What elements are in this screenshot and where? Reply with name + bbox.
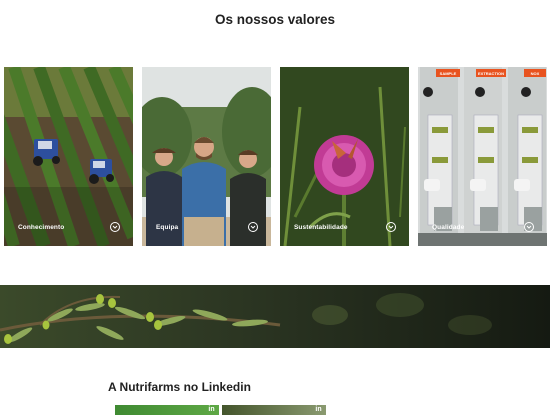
value-card-conhecimento[interactable]: Conhecimento [4,67,133,246]
lab-sign-sample: SAMPLE [440,71,457,76]
team-photo-image [142,67,271,246]
value-card-label: Equipa [156,224,179,231]
values-cards: Conhecimento Equipa Sustentabilidade SAM… [4,67,548,246]
values-section-title: Os nossos valores [214,12,336,27]
lab-equipment-image: SAMPLE EXTRACTION NOX [418,67,547,246]
value-card-equipa[interactable]: Equipa [142,67,271,246]
chevron-down-icon[interactable] [386,222,396,232]
value-card-sustentabilidade[interactable]: Sustentabilidade [280,67,409,246]
chevron-down-icon[interactable] [110,222,120,232]
value-card-qualidade[interactable]: SAMPLE EXTRACTION NOX Qualidade [418,67,547,246]
linkedin-post-tile[interactable]: in [222,405,326,415]
olive-branch-banner [0,285,550,348]
chevron-down-icon[interactable] [524,222,534,232]
olive-branch-image [0,285,550,348]
value-card-label: Qualidade [432,224,465,231]
lab-sign-nox: NOX [531,71,540,76]
flower-butterfly-image [280,67,409,246]
lab-sign-extraction: EXTRACTION [478,71,504,76]
value-card-label: Sustentabilidade [294,224,348,231]
chevron-down-icon[interactable] [248,222,258,232]
linkedin-icon: in [315,406,322,413]
linkedin-post-tile[interactable]: in [115,405,219,415]
linkedin-section-title: A Nutrifarms no Linkedin [108,380,251,394]
value-card-label: Conhecimento [18,224,65,231]
vineyard-tractors-image [4,67,133,246]
linkedin-icon: in [208,406,215,413]
